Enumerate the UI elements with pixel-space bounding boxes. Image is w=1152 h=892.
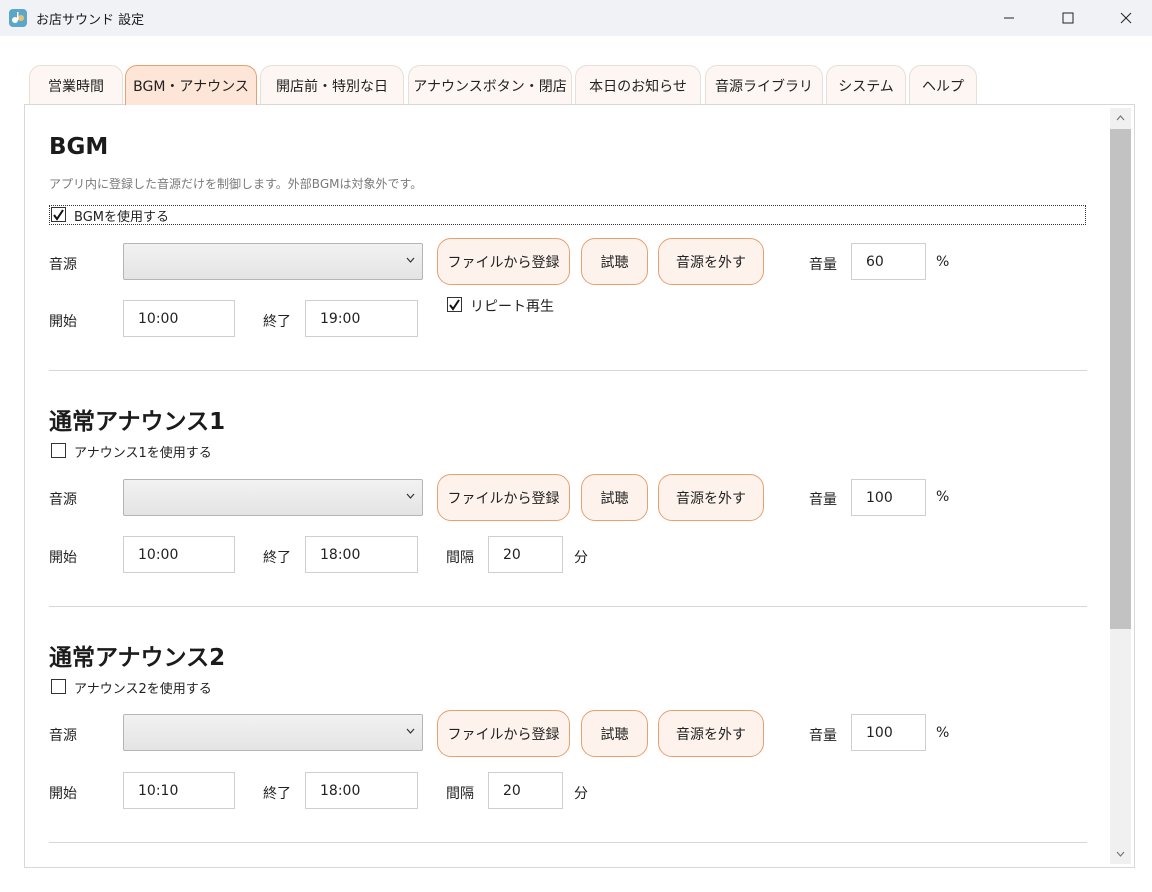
tab-system[interactable]: システム [826,65,906,105]
settings-window: お店サウンド 設定 営業時間 BGM・アナウンス 開店前・特別な日 アナウンスボ… [0,0,1152,892]
bgm-repeat-checkbox[interactable] [447,297,462,312]
bgm-start-label: 開始 [49,314,77,330]
announce1-interval-input[interactable]: 20 [488,536,563,573]
tab-today-notice[interactable]: 本日のお知らせ [575,65,701,105]
announce1-remove-button[interactable]: 音源を外す [658,474,764,521]
bgm-start-input[interactable]: 10:00 [123,300,235,337]
announce1-end-label: 終了 [263,550,291,566]
announce1-enable-label: アナウンス1を使用する [74,446,212,461]
announce2-interval-unit: 分 [574,786,588,802]
announce1-source-select[interactable] [123,479,423,516]
announce2-enable-checkbox[interactable] [51,679,66,694]
announce1-interval-label: 間隔 [446,550,474,566]
announce1-start-label: 開始 [49,550,77,566]
announce1-source-label: 音源 [49,492,77,508]
announce2-source-label: 音源 [49,728,77,744]
announce1-end-input[interactable]: 18:00 [305,536,418,573]
maximize-button[interactable] [1039,0,1097,36]
bgm-description: アプリ内に登録した音源だけを制御します。外部BGMは対象外です。 [49,177,423,191]
bgm-volume-label: 音量 [809,257,837,273]
chevron-down-icon [406,493,415,499]
scroll-up-button[interactable] [1110,108,1131,128]
announce1-preview-button[interactable]: 試聴 [581,474,648,521]
tab-announce-buttons[interactable]: アナウンスボタン・閉店 [408,65,572,105]
bgm-source-label: 音源 [49,257,77,273]
tab-before-open[interactable]: 開店前・特別な日 [260,65,404,105]
section-divider [49,370,1087,371]
vertical-scrollbar[interactable] [1110,108,1131,864]
bgm-end-label: 終了 [263,314,291,330]
announce1-enable-checkbox[interactable] [51,443,66,458]
bgm-enable-row[interactable] [49,205,1086,225]
announce1-volume-input[interactable]: 100 [851,479,926,516]
chevron-up-icon [1116,115,1125,121]
announce1-section-title: 通常アナウンス1 [49,409,226,435]
announce2-volume-input[interactable]: 100 [851,714,926,751]
bgm-preview-button[interactable]: 試聴 [581,238,648,285]
bgm-volume-input[interactable]: 60 [851,243,926,280]
announce1-start-input[interactable]: 10:00 [123,536,235,573]
bgm-enable-label: BGMを使用する [74,210,169,225]
announce2-end-input[interactable]: 18:00 [305,772,418,809]
announce2-preview-button[interactable]: 試聴 [581,710,648,757]
chevron-down-icon [406,728,415,734]
announce2-volume-unit: % [936,725,950,741]
announce2-start-label: 開始 [49,786,77,802]
maximize-icon [1062,12,1074,24]
tab-business-hours[interactable]: 営業時間 [29,65,123,105]
bgm-volume-unit: % [936,254,950,270]
bgm-remove-button[interactable]: 音源を外す [658,238,764,285]
checkmark-icon [449,299,460,311]
section-divider [49,842,1087,843]
announce2-enable-label: アナウンス2を使用する [74,682,212,697]
announce2-end-label: 終了 [263,786,291,802]
bgm-end-input[interactable]: 19:00 [305,300,418,337]
tab-bgm-announce[interactable]: BGM・アナウンス [125,65,257,105]
chevron-down-icon [406,257,415,263]
bgm-register-button[interactable]: ファイルから登録 [437,238,570,285]
announce2-start-input[interactable]: 10:10 [123,772,235,809]
announce1-register-button[interactable]: ファイルから登録 [437,474,570,521]
announce1-volume-unit: % [936,489,950,505]
minimize-button[interactable] [980,0,1038,36]
section-divider [49,606,1087,607]
announce2-interval-input[interactable]: 20 [488,772,563,809]
announce2-remove-button[interactable]: 音源を外す [658,710,764,757]
close-button[interactable] [1097,0,1152,36]
announce2-register-button[interactable]: ファイルから登録 [437,710,570,757]
bgm-section-title: BGM [49,134,109,160]
announce1-interval-unit: 分 [574,550,588,566]
window-title: お店サウンド 設定 [36,13,145,28]
announce2-volume-label: 音量 [809,728,837,744]
checkmark-icon [53,209,64,221]
announce2-source-select[interactable] [123,714,423,751]
title-bar: お店サウンド 設定 [0,0,1152,36]
scrollbar-thumb[interactable] [1110,129,1131,629]
announce2-interval-label: 間隔 [446,786,474,802]
tab-sound-library[interactable]: 音源ライブラリ [705,65,823,105]
bgm-enable-checkbox[interactable] [51,207,66,222]
bgm-repeat-label: リピート再生 [470,299,554,315]
tab-help[interactable]: ヘルプ [909,65,977,105]
bgm-source-select[interactable] [123,243,423,280]
chevron-down-icon [1116,851,1125,857]
scroll-down-button[interactable] [1110,844,1131,864]
app-icon [9,9,27,27]
announce1-volume-label: 音量 [809,492,837,508]
close-icon [1120,12,1132,24]
minimize-icon [1004,17,1014,19]
announce2-section-title: 通常アナウンス2 [49,645,226,671]
